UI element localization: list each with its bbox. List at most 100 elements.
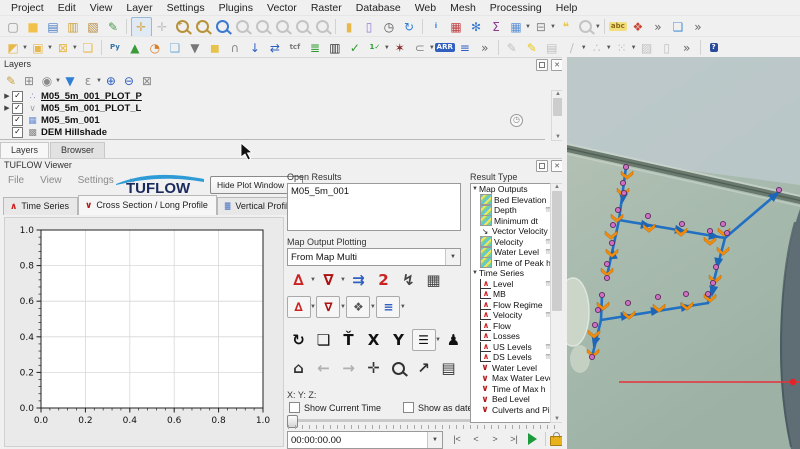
layer-labeling-button[interactable]: abc (608, 18, 627, 36)
new-print-layout-button[interactable]: ▥ (64, 18, 83, 36)
tuflow-run-button[interactable]: ≣ (305, 39, 324, 57)
tuflow-check-files-button[interactable]: ▼ (185, 39, 204, 57)
cursor-trace-button[interactable]: ↯ (396, 269, 420, 291)
flux-from-map-button[interactable]: ❖ (346, 296, 370, 318)
tuflow-check-green-button[interactable]: ✓ (345, 39, 364, 57)
ts-from-map-dropdown-icon[interactable]: ▼ (310, 304, 316, 310)
temporal-controller-button[interactable]: ◷ (380, 18, 399, 36)
dock-tab-browser[interactable]: Browser (50, 142, 105, 158)
open-project-button[interactable]: ■ (24, 18, 43, 36)
home-view-button[interactable]: ⌂ (287, 357, 311, 379)
menu-project[interactable]: Project (4, 1, 51, 15)
chevron-down-icon[interactable]: ▼ (445, 249, 460, 265)
batch-export-button[interactable]: ≡ (376, 296, 400, 318)
modify-attributes-dropdown-icon[interactable]: ▼ (631, 45, 637, 51)
tuflow-utilities-button[interactable]: ≡ (455, 39, 474, 57)
layer-name[interactable]: M05_5m_001_PLOT_L (41, 103, 141, 114)
edit-object-button[interactable]: ✎ (522, 39, 541, 57)
save-edits-button[interactable]: ▤ (542, 39, 561, 57)
menu-edit[interactable]: Edit (51, 1, 83, 15)
attachment-button[interactable]: ⊂ (410, 39, 429, 57)
vertex-tool-dropdown-icon[interactable]: ▼ (606, 45, 612, 51)
menu-plugins[interactable]: Plugins (212, 1, 260, 15)
filter-by-expression-button[interactable]: ε (79, 73, 96, 89)
legend-menu-dropdown-icon[interactable]: ▼ (435, 337, 441, 343)
deselect-features-button[interactable]: ⊠ (53, 39, 72, 57)
select-by-value-button[interactable]: ▣ (28, 39, 47, 57)
axis-fonts-button[interactable]: Ť (337, 329, 361, 351)
zoom-to-selection-button[interactable] (233, 18, 252, 36)
digitize-tool-dropdown-icon[interactable]: ▼ (581, 45, 587, 51)
zoom-extra-dropdown-icon[interactable]: ▼ (595, 24, 601, 30)
modify-attributes-button[interactable]: ⁙ (612, 39, 631, 57)
collapse-all-button[interactable]: ⊖ (120, 73, 137, 89)
menu-mesh[interactable]: Mesh (443, 1, 483, 15)
tuflow-viewer-toggle-button[interactable]: ▥ (325, 39, 344, 57)
layer-row[interactable]: ✓▦M05_5m_001◷ (0, 114, 545, 126)
layer-row[interactable]: ✓▩DEM Hillshade (0, 126, 545, 138)
first-timestep-button[interactable]: |< (448, 434, 466, 444)
show-as-dates-checkbox[interactable]: Show as dates (403, 402, 477, 413)
layer-row[interactable]: ▶✓∴M05_5m_001_PLOT_P (0, 90, 545, 102)
manage-map-themes-dropdown-icon[interactable]: ▼ (55, 78, 61, 84)
checkbox-icon[interactable] (403, 402, 414, 413)
tuflow-float-button[interactable] (536, 160, 548, 172)
zoom-extra-button[interactable] (576, 18, 595, 36)
tuflow-menu-settings[interactable]: Settings (78, 175, 114, 186)
statistical-summary-button[interactable]: Σ (487, 18, 506, 36)
expander-icon[interactable]: ▶ (2, 104, 12, 112)
toolbar-overflow-2-button[interactable]: » (688, 18, 707, 36)
toolbar-overflow-3-button[interactable]: » (475, 39, 494, 57)
attribute-table-button[interactable]: ▦ (507, 18, 526, 36)
menu-help[interactable]: Help (549, 1, 585, 15)
new-project-button[interactable]: ▢ (4, 18, 23, 36)
batch-export-dropdown-icon[interactable]: ▼ (400, 304, 406, 310)
layer-name[interactable]: DEM Hillshade (41, 127, 107, 138)
tuflow-configure-project-button[interactable]: ▲ (125, 39, 144, 57)
toolbar-overflow-4-button[interactable]: » (677, 39, 696, 57)
tuflow-increment-layer-button[interactable]: ⇄ (265, 39, 284, 57)
flux-line-mode-button[interactable]: ⇉ (346, 269, 370, 291)
tuflow-3d-cube-button[interactable]: ◼ (205, 39, 224, 57)
deselect-features-dropdown-icon[interactable]: ▼ (72, 45, 78, 51)
undo-redo-button[interactable]: ▨ (637, 39, 656, 57)
save-plot-button[interactable]: ▤ (437, 357, 461, 379)
layer-name[interactable]: M05_5m_001_PLOT_P (41, 91, 142, 102)
menu-layer[interactable]: Layer (119, 1, 159, 15)
back-view-button[interactable]: ← (312, 357, 336, 379)
pan-map-button[interactable]: ✛ (131, 17, 152, 37)
layers-float-button[interactable] (536, 59, 548, 71)
zoom-last-button[interactable] (293, 18, 312, 36)
add-group-button[interactable]: ⊞ (21, 73, 38, 89)
menu-raster[interactable]: Raster (304, 1, 349, 15)
refresh-map-button[interactable]: ↻ (400, 18, 419, 36)
show-current-time-checkbox[interactable]: Show Current Time (289, 402, 381, 413)
zoom-next-button[interactable] (313, 18, 332, 36)
tuflow-map-button[interactable]: ❏ (165, 39, 184, 57)
layout-manager-button[interactable]: ▧ (84, 18, 103, 36)
menu-processing[interactable]: Processing (483, 1, 549, 15)
show-bookmarks-button[interactable]: ▯ (360, 18, 379, 36)
tuflow-import-empty-button[interactable]: ↓ (245, 39, 264, 57)
tuflow-check-1d-button[interactable]: 1✓ (365, 39, 384, 57)
legend-menu-button[interactable]: ☰ (412, 329, 436, 351)
ts-from-map-button[interactable]: ∆ (287, 296, 311, 318)
timeseries-plot-mode-dropdown-icon[interactable]: ▼ (310, 277, 316, 283)
style-manager-button[interactable]: ✎ (104, 18, 123, 36)
cross-section-mode-dropdown-icon[interactable]: ▼ (340, 277, 346, 283)
clear-plot-button[interactable]: ❏ (312, 329, 336, 351)
delete-selected-button[interactable]: ▯ (657, 39, 676, 57)
expand-all-button[interactable]: ⊕ (102, 73, 119, 89)
filter-legend-button[interactable]: ▼ (61, 73, 78, 89)
zoom-native-button[interactable] (273, 18, 292, 36)
zoom-in-button[interactable]: + (173, 18, 192, 36)
pan-plot-button[interactable]: ✛ (362, 357, 386, 379)
menu-database[interactable]: Database (349, 1, 408, 15)
filter-by-expression-dropdown-icon[interactable]: ▼ (96, 78, 102, 84)
tuflow-menu-view[interactable]: View (40, 175, 62, 186)
cursor-location-button[interactable]: ♟ (441, 329, 465, 351)
open-layer-styling-button[interactable]: ✎ (3, 73, 20, 89)
help-button[interactable]: ? (704, 39, 723, 57)
menu-settings[interactable]: Settings (160, 1, 212, 15)
zoom-out-button[interactable]: - (193, 18, 212, 36)
